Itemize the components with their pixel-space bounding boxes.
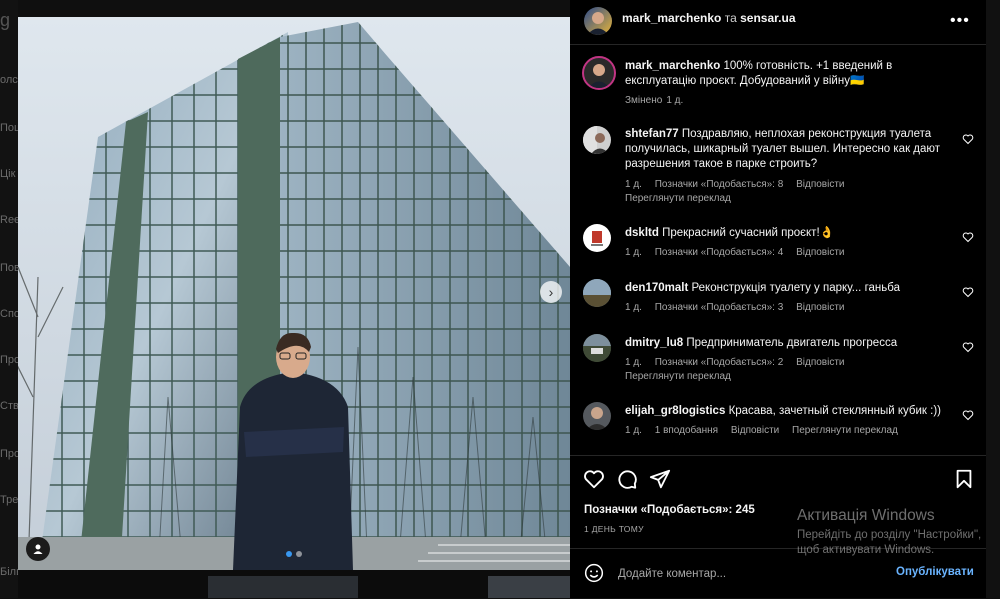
- carousel-dot: [296, 551, 302, 557]
- comment-avatar[interactable]: [583, 224, 611, 252]
- comment-meta: 1 д. Позначки «Подобається»: 3 Відповіст…: [625, 302, 855, 313]
- comment-meta: 1 д. Позначки «Подобається»: 4 Відповіст…: [625, 247, 855, 258]
- comment-text: dskltd Прекрасний сучасний проєкт!👌: [625, 226, 945, 241]
- more-options-icon[interactable]: •••: [950, 12, 970, 30]
- reply-button[interactable]: Відповісти: [731, 425, 779, 436]
- comment-likes[interactable]: Позначки «Подобається»: 4: [655, 247, 784, 258]
- post-time-ago: 1 ДЕНЬ ТОМУ: [584, 524, 644, 534]
- header-author-line: mark_marchenko та sensar.ua: [622, 11, 796, 25]
- background-nav-fragment: олс: [0, 74, 18, 86]
- comment-time: 1 д.: [625, 247, 642, 258]
- emoji-icon[interactable]: [584, 563, 604, 583]
- header-collaborator[interactable]: sensar.ua: [740, 11, 795, 25]
- comment-text: den170malt Реконструкція туалету у парку…: [625, 281, 945, 296]
- comment-input[interactable]: [616, 561, 880, 587]
- comment-avatar[interactable]: [583, 334, 611, 362]
- header-username[interactable]: mark_marchenko: [622, 11, 721, 25]
- comment-body: Реконструкція туалету у парку... ганьба: [691, 282, 900, 294]
- background-sidebar: g олс Пош Цік Reel Пов Спо Про Ств Про Т…: [0, 0, 23, 598]
- comment-avatar[interactable]: [583, 279, 611, 307]
- carousel-dot-active: [286, 551, 292, 557]
- comment-avatar[interactable]: [583, 126, 611, 154]
- translate-button[interactable]: Переглянути переклад: [625, 193, 731, 204]
- carousel-indicator: [286, 551, 302, 557]
- comment-time: 1 д.: [625, 357, 642, 368]
- caption-username[interactable]: mark_marchenko: [625, 60, 720, 72]
- comment-username[interactable]: den170malt: [625, 282, 688, 294]
- caption-avatar[interactable]: [582, 56, 616, 90]
- comment-bubble-icon[interactable]: [616, 468, 638, 490]
- caption-text: mark_marchenko 100% готовність. +1 введе…: [625, 59, 960, 89]
- post-image: [18, 17, 570, 570]
- background-nav-fragment: Пов: [0, 262, 20, 274]
- share-send-icon[interactable]: [649, 468, 671, 490]
- like-heart-icon[interactable]: [583, 468, 605, 490]
- comment-likes[interactable]: Позначки «Подобається»: 3: [655, 302, 784, 313]
- heart-icon[interactable]: [962, 133, 974, 145]
- author-avatar[interactable]: [584, 7, 612, 35]
- header-connector: та: [724, 11, 737, 25]
- heart-icon[interactable]: [962, 341, 974, 353]
- caption-meta: Змінено 1 д.: [625, 95, 693, 106]
- heart-icon[interactable]: [962, 231, 974, 243]
- translate-button[interactable]: Переглянути переклад: [625, 371, 731, 382]
- comment-meta: 1 д. 1 вподобання Відповісти Переглянути…: [625, 425, 908, 436]
- heart-icon[interactable]: [962, 409, 974, 421]
- reply-button[interactable]: Відповісти: [796, 357, 844, 368]
- comment-likes[interactable]: Позначки «Подобається»: 2: [655, 357, 784, 368]
- comment-text: elijah_gr8logistics Красава, зачетный ст…: [625, 404, 945, 419]
- background-logo-glyph: g: [0, 10, 11, 30]
- post-likes-count[interactable]: Позначки «Подобається»: 245: [584, 504, 755, 516]
- comment-text: shtefan77 Поздравляю, неплохая реконстру…: [625, 127, 945, 172]
- publish-button[interactable]: Опублікувати: [896, 566, 974, 578]
- comment-username[interactable]: elijah_gr8logistics: [625, 405, 725, 417]
- comment-meta: 1 д. Позначки «Подобається»: 8 Відповіст…: [625, 179, 855, 190]
- comment-body: Предприниматель двигатель прогресса: [686, 337, 898, 349]
- user-icon: [33, 544, 43, 554]
- next-slide-button[interactable]: ›: [540, 281, 562, 303]
- post-header: mark_marchenko та sensar.ua •••: [570, 0, 986, 45]
- bookmark-icon[interactable]: [953, 468, 975, 490]
- comment-username[interactable]: shtefan77: [625, 128, 679, 140]
- background-nav-fragment: Цік: [0, 168, 16, 180]
- comment-time: 1 д.: [625, 302, 642, 313]
- comment-time: 1 д.: [625, 179, 642, 190]
- background-nav-fragment: Тре: [0, 494, 19, 506]
- comment-body: Красава, зачетный стеклянный кубик :)): [728, 405, 941, 417]
- caption-time: 1 д.: [666, 95, 684, 106]
- windows-activation-watermark: Активація Windows Перейдіть до розділу "…: [797, 507, 997, 558]
- comment-likes[interactable]: 1 вподобання: [655, 425, 718, 436]
- reply-button[interactable]: Відповісти: [796, 179, 844, 190]
- chevron-right-icon: ›: [548, 284, 554, 300]
- comment-username[interactable]: dskltd: [625, 227, 659, 239]
- comment-body: Прекрасний сучасний проєкт!👌: [662, 227, 834, 239]
- background-nav-fragment: Ств: [0, 400, 19, 412]
- translate-button[interactable]: Переглянути переклад: [792, 425, 898, 436]
- comment-time: 1 д.: [625, 425, 642, 436]
- watermark-subtitle: Перейдіть до розділу "Настройки", щоб ак…: [797, 529, 982, 556]
- tagged-users-button[interactable]: [26, 537, 50, 561]
- post-photo[interactable]: [18, 17, 570, 570]
- comment-meta: 1 д. Позначки «Подобається»: 2 Відповіст…: [625, 357, 855, 368]
- comment-username[interactable]: dmitry_lu8: [625, 337, 683, 349]
- heart-icon[interactable]: [962, 286, 974, 298]
- reply-button[interactable]: Відповісти: [796, 247, 844, 258]
- caption-edited: Змінено: [625, 95, 663, 106]
- comment-text: dmitry_lu8 Предприниматель двигатель про…: [625, 336, 945, 351]
- reply-button[interactable]: Відповісти: [796, 302, 844, 313]
- comment-likes[interactable]: Позначки «Подобається»: 8: [655, 179, 784, 190]
- comment-avatar[interactable]: [583, 402, 611, 430]
- watermark-title: Активація Windows: [797, 507, 935, 524]
